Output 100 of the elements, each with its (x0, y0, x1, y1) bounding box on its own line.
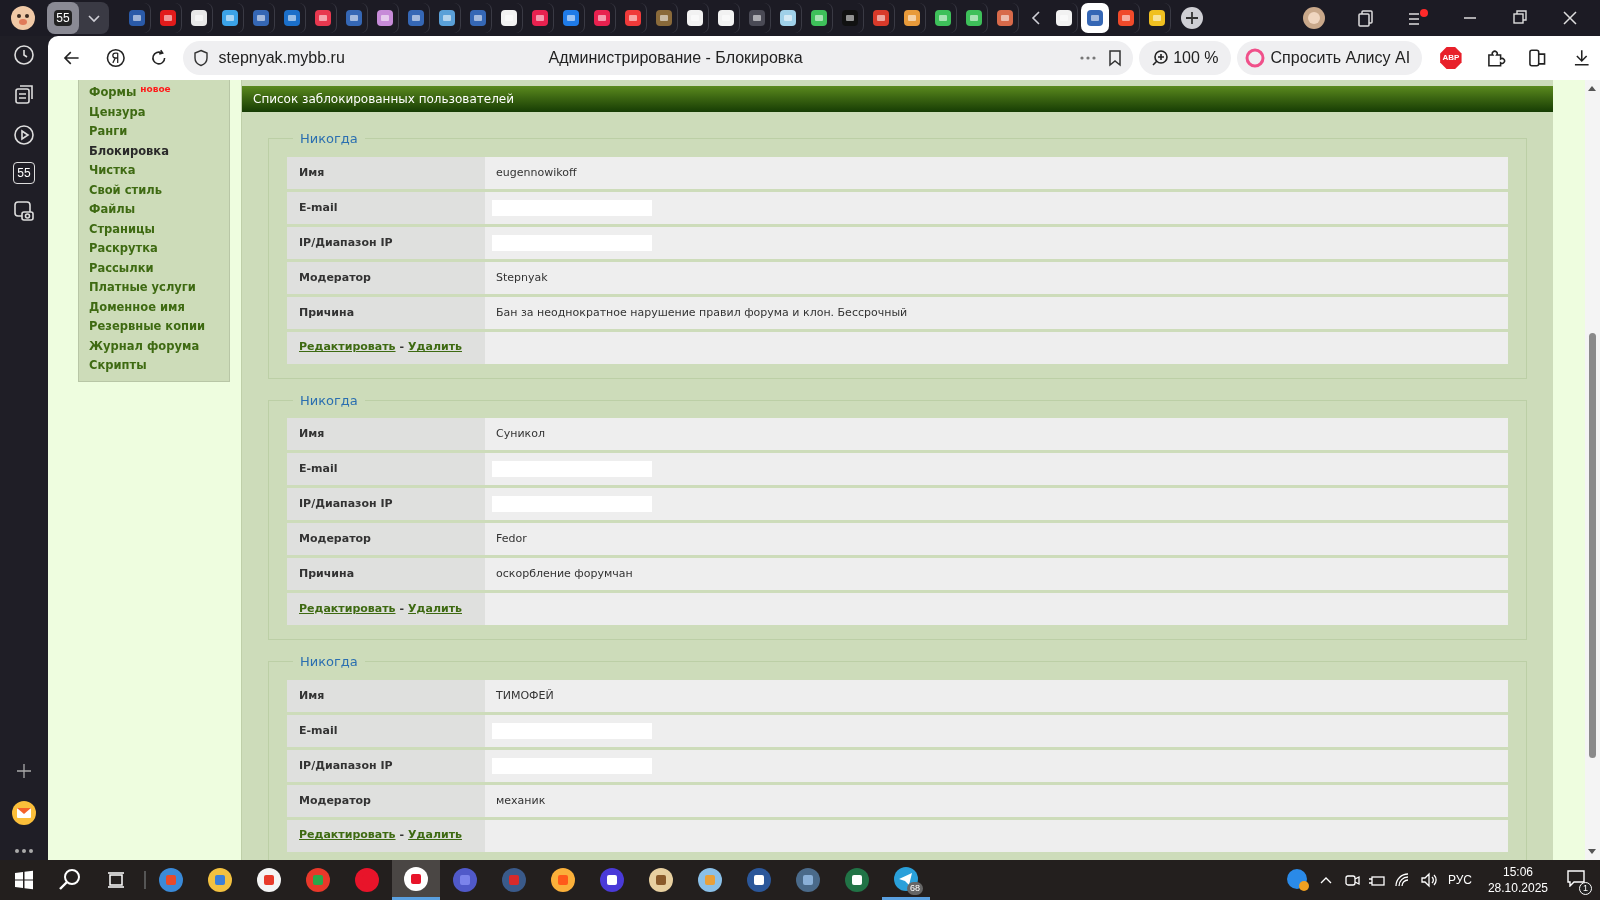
site-icon (1116, 9, 1135, 27)
field-label: Имя (287, 156, 485, 189)
adblock-button[interactable]: ABP (1440, 47, 1462, 69)
search-icon[interactable] (58, 868, 82, 892)
play-icon[interactable] (13, 124, 35, 146)
site-icon (995, 9, 1014, 27)
sidebar-item[interactable]: Файлы (89, 200, 136, 219)
delete-link[interactable]: Удалить (408, 827, 462, 844)
sidebar-item[interactable]: Чистка (89, 161, 136, 180)
field-value: ТИМОФЕЙ (485, 679, 1508, 712)
yandex-logo-icon[interactable] (105, 48, 126, 68)
scroll-down-icon[interactable] (1587, 848, 1597, 856)
address-bar[interactable]: stepnyak.mybb.ru Администрирование - Блокировка (182, 41, 1134, 75)
language-indicator[interactable]: РУС (1447, 871, 1472, 889)
add-icon[interactable] (15, 762, 33, 780)
site-icon (592, 9, 611, 27)
field-label: E-mail (287, 714, 485, 747)
sidebar-item[interactable]: Страницы (89, 219, 156, 239)
edit-link[interactable]: Редактировать (299, 600, 396, 618)
site-icon (251, 9, 270, 27)
sidebar-item[interactable]: Платные услуги (89, 278, 196, 297)
panel-header: Список заблокированных пользователей (242, 86, 1553, 112)
telegram-icon[interactable] (893, 865, 919, 892)
shield-icon[interactable] (192, 49, 209, 67)
field-label: E-mail (287, 191, 485, 224)
field-label: Причина (287, 558, 485, 590)
sidebar-item[interactable]: Формы (89, 83, 137, 102)
separator: - (399, 600, 405, 617)
start-icon[interactable] (14, 870, 34, 890)
site-icon (158, 9, 177, 27)
profile-avatar-icon[interactable] (10, 5, 36, 31)
ban-duration: Никогда (299, 391, 359, 410)
clock-date[interactable]: 28.10.2025 (1487, 880, 1548, 896)
site-icon (406, 9, 425, 27)
field-label: Имя (287, 418, 485, 450)
sidebar-item[interactable]: Скрипты (89, 356, 147, 375)
field-value: eugennowikoff (485, 156, 1508, 189)
field-label: IP/Диапазон IP (287, 488, 485, 520)
edit-link[interactable]: Редактировать (299, 827, 396, 844)
profile-avatar-icon[interactable] (1302, 6, 1326, 30)
download-icon[interactable] (1572, 48, 1592, 68)
sidebar-item[interactable]: Ранги (89, 122, 128, 141)
sidebar-item[interactable]: Резервные копии (89, 317, 206, 336)
more-icon[interactable] (14, 848, 34, 854)
tab-group-label: 55 (54, 10, 72, 26)
site-icon (778, 9, 797, 27)
field-value: Бан за неоднократное нарушение правил форума и клон. Бессрочный (485, 296, 1508, 329)
site-icon (747, 9, 766, 27)
more-icon[interactable] (1079, 55, 1098, 61)
history-icon[interactable] (13, 44, 35, 66)
field-label: IP/Диапазон IP (287, 749, 485, 782)
new-tab-icon[interactable] (1180, 6, 1204, 30)
site-icon (623, 9, 642, 27)
help-icon[interactable] (1285, 868, 1310, 892)
scrollbar-thumb[interactable] (1589, 333, 1596, 758)
site-icon (809, 9, 828, 27)
scroll-up-icon[interactable] (1587, 84, 1597, 92)
sidebar-item[interactable]: Блокировка (89, 141, 169, 161)
separator: - (399, 339, 405, 356)
assistant-button[interactable]: Спросить Алису AI (1236, 41, 1423, 75)
sidebar-item[interactable]: Доменное имя (89, 297, 185, 317)
site-icon (716, 9, 735, 27)
site-icon (654, 9, 673, 27)
sidebar-item[interactable]: Свой стиль (89, 180, 162, 200)
address-text: stepnyak.mybb.ru (218, 48, 346, 68)
site-icon (902, 9, 921, 27)
bookmark-icon[interactable] (1107, 49, 1124, 67)
volume-icon[interactable] (1419, 872, 1438, 888)
site-icon (1054, 9, 1073, 27)
separator: - (399, 827, 405, 844)
sidebar-item[interactable]: Цензура (89, 102, 146, 122)
tab-group[interactable]: 55 (47, 2, 109, 34)
edit-link[interactable]: Редактировать (299, 339, 396, 356)
sidebar-item[interactable]: Журнал форума (89, 336, 200, 356)
field-value: Fedor (485, 523, 1508, 555)
task-view-icon[interactable] (106, 870, 126, 890)
field-value: Stepnyak (485, 261, 1508, 294)
site-icon (530, 9, 549, 27)
clock-time[interactable]: 15:06 (1502, 864, 1533, 880)
sidebar-item[interactable]: Раскрутка (89, 239, 158, 258)
site-icon (933, 9, 952, 27)
site-icon (189, 9, 208, 27)
field-label: IP/Диапазон IP (287, 226, 485, 259)
zoom-button[interactable]: 100 % (1139, 41, 1231, 75)
sidebar-item[interactable]: Рассылки (89, 258, 154, 278)
ring-icon (1244, 48, 1265, 68)
delete-link[interactable]: Удалить (408, 600, 462, 618)
field-value: Суникол (485, 418, 1508, 450)
collections-icon[interactable] (1356, 8, 1376, 28)
notifications-icon[interactable] (1566, 869, 1586, 887)
notes-icon[interactable] (13, 84, 35, 106)
site-icon (220, 9, 239, 27)
site-icon (561, 9, 580, 27)
browser-tab[interactable] (1081, 3, 1109, 33)
tabs-counter[interactable]: 55 (13, 162, 35, 184)
delete-link[interactable]: Удалить (408, 339, 462, 356)
site-icon (282, 9, 301, 27)
menu-icon[interactable] (1406, 8, 1430, 28)
camera-icon[interactable] (1343, 872, 1360, 888)
screenshot-icon[interactable] (13, 200, 35, 222)
